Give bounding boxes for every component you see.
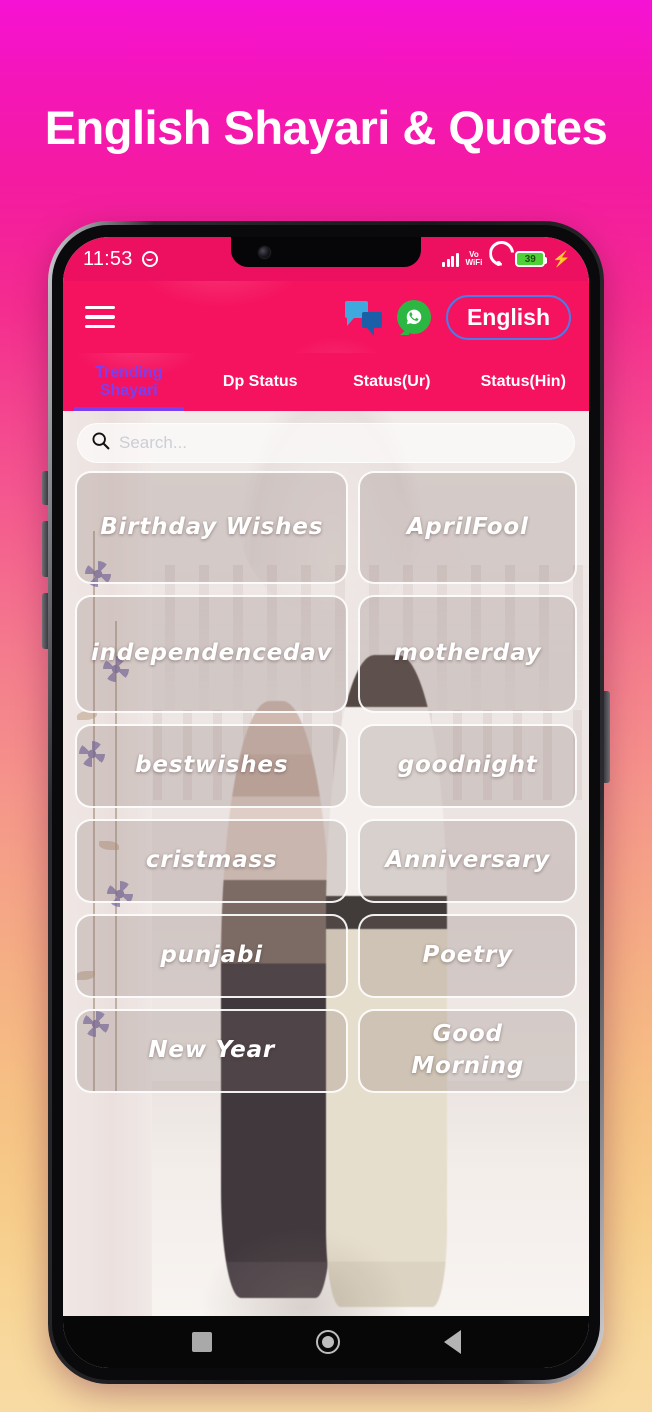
triangle-back-icon[interactable] [443,1330,461,1354]
smiley-face-icon [141,251,158,267]
search-bar[interactable] [77,423,575,463]
category-label: New Year [148,1037,276,1064]
language-selector-button[interactable]: English [445,294,571,340]
tab-bar: Trending Shayari Dp Status Status(Ur) St… [63,353,589,411]
battery-level-text: 39 [524,253,536,265]
phone-bezel: 11:53 Vo WiFi 39 ⚡ English Trending Shay… [52,225,600,1380]
category-grid: Birthday Wishes AprilFool independenceda… [75,471,577,1316]
tab-status-hin[interactable]: Status(Hin) [458,353,590,411]
category-label: Anniversary [385,847,551,874]
tab-dp-status[interactable]: Dp Status [195,353,327,411]
category-label: goodnight [397,752,538,779]
volume-button-top[interactable] [42,471,48,505]
category-label: Good Morning [411,1021,525,1079]
category-label: motherday [393,640,542,667]
page-title: English Shayari & Quotes [44,101,608,154]
volume-up-button[interactable] [42,521,48,577]
front-camera-icon [259,246,270,258]
category-label: bestwishes [135,752,289,779]
volume-down-button[interactable] [42,593,48,649]
category-card-motherday[interactable]: motherday [358,595,577,713]
app-bar: English [63,281,589,353]
circle-home-icon[interactable] [315,1330,340,1354]
status-bar-left: 11:53 [83,248,158,271]
category-label: Poetry [422,942,513,969]
category-card-poetry[interactable]: Poetry [358,914,577,998]
display-notch [231,237,421,267]
category-card-new-year[interactable]: New Year [75,1009,349,1093]
category-card-punjabi[interactable]: punjabi [75,914,349,998]
square-recents-icon[interactable] [191,1332,212,1352]
vowifi-line-2: WiFi [465,258,483,267]
category-label: AprilFool [406,513,529,540]
cellular-signal-icon [442,252,459,267]
search-icon [90,430,111,456]
phone-device-frame: 11:53 Vo WiFi 39 ⚡ English Trending Shay… [42,221,610,1384]
lightning-bolt-icon: ⚡ [552,250,571,268]
search-input[interactable] [119,433,562,453]
category-card-birthday-wishes[interactable]: Birthday Wishes [75,471,349,584]
vowifi-indicator: Vo WiFi [466,251,483,267]
battery-icon: 39 [515,251,548,267]
category-label: cristmass [145,847,278,874]
clock-time: 11:53 [83,247,133,270]
phone-screen: 11:53 Vo WiFi 39 ⚡ English Trending Shay… [63,237,589,1368]
tab-status-ur[interactable]: Status(Ur) [326,353,458,411]
chat-bubbles-icon[interactable] [344,301,382,336]
wifi-icon [489,252,508,267]
whatsapp-icon[interactable] [396,300,431,335]
android-navigation-bar [63,1316,589,1368]
content-area: Birthday Wishes AprilFool independenceda… [63,411,589,1316]
category-card-independenceday[interactable]: independencedav [75,595,349,713]
category-card-good-morning[interactable]: Good Morning [358,1009,577,1093]
status-bar-right: Vo WiFi 39 ⚡ [442,251,571,267]
category-label: independencedav [91,640,333,667]
category-label: Birthday Wishes [100,513,324,540]
category-card-cristmass[interactable]: cristmass [75,819,349,903]
category-card-anniversary[interactable]: Anniversary [358,819,577,903]
category-label: punjabi [160,942,263,969]
category-card-aprilfool[interactable]: AprilFool [358,471,577,584]
category-card-goodnight[interactable]: goodnight [358,724,577,808]
tab-trending-shayari[interactable]: Trending Shayari [63,353,195,411]
category-card-bestwishes[interactable]: bestwishes [75,724,349,808]
app-bar-actions: English [344,294,571,340]
power-button[interactable] [604,691,610,783]
hamburger-menu-icon[interactable] [85,305,115,329]
